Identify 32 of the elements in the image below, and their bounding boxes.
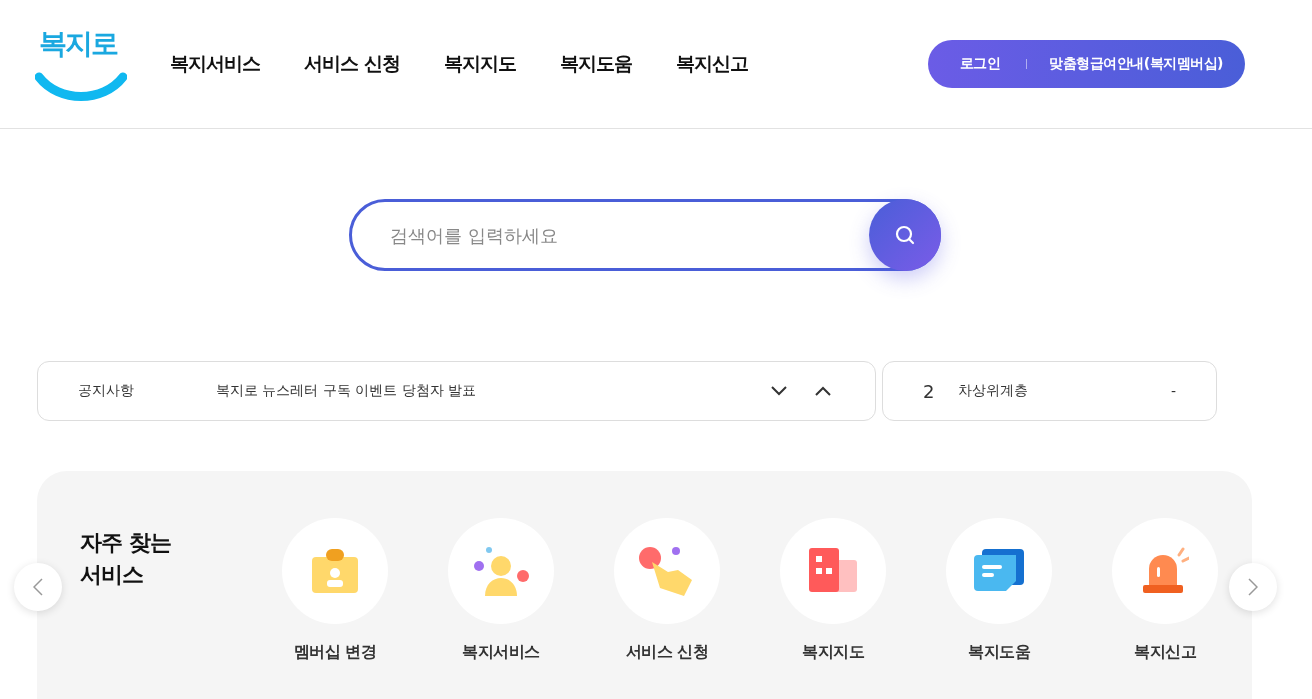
service-label[interactable]: 멤버십 변경	[293, 642, 377, 663]
chevron-right-icon	[1248, 578, 1258, 596]
person-icon	[473, 546, 529, 596]
search-icon	[894, 224, 916, 246]
rank-change: -	[1170, 383, 1176, 399]
nav-link[interactable]: 복지도움	[559, 51, 632, 77]
notice-label: 공지사항	[78, 382, 134, 400]
search-button[interactable]	[869, 199, 941, 271]
siren-icon	[1141, 547, 1189, 595]
login-link[interactable]: 로그인	[959, 55, 1001, 73]
ranking-keyword[interactable]: 차상위계층	[958, 382, 1171, 400]
chevron-left-icon	[33, 578, 43, 596]
chevron-up-icon	[815, 386, 831, 396]
service-label[interactable]: 복지지도	[802, 642, 864, 663]
membership-link[interactable]: 맞춤형급여안내(복지멤버십)	[1049, 55, 1223, 73]
service-label[interactable]: 복지서비스	[462, 642, 540, 663]
service-label[interactable]: 복지신고	[1134, 642, 1196, 663]
service-label[interactable]: 서비스 신청	[625, 642, 709, 663]
nav-link[interactable]: 서비스 신청	[304, 51, 400, 77]
building-icon	[809, 548, 857, 594]
rank-number: 2	[923, 380, 935, 402]
id-card-icon	[310, 547, 360, 595]
search-field[interactable]: 검색어를 입력하세요	[388, 223, 869, 247]
nav-link[interactable]: 복지서비스	[170, 51, 260, 77]
service-label[interactable]: 복지도움	[968, 642, 1030, 663]
section-title: 자주 찾는 서비스	[80, 529, 172, 589]
note-icon	[974, 549, 1024, 593]
chevron-down-icon	[771, 386, 787, 396]
nav-link[interactable]: 복지지도	[443, 51, 516, 77]
search-bar[interactable]: 검색어를 입력하세요	[349, 199, 941, 271]
notice-link[interactable]: 복지로 뉴스레터 구독 이벤트 당첨자 발표	[216, 382, 747, 400]
nav-link[interactable]: 복지신고	[675, 51, 748, 77]
